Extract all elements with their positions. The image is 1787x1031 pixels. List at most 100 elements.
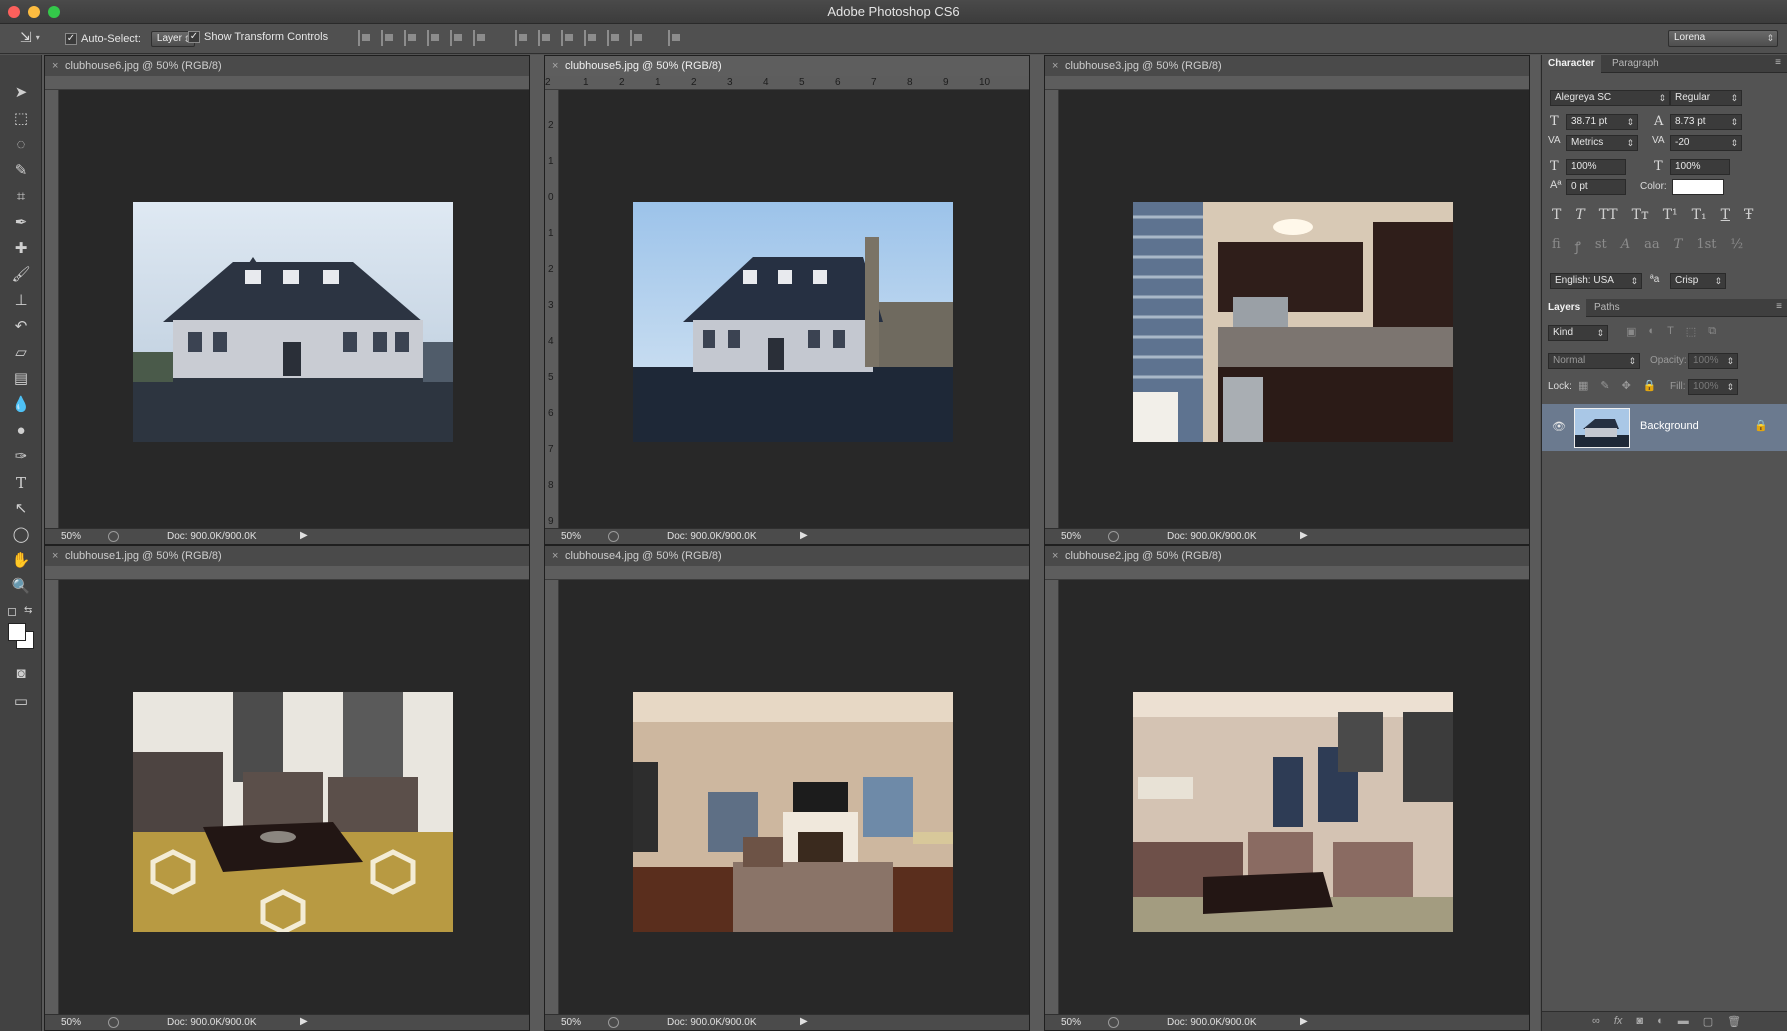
clone-stamp-tool-icon[interactable]: ⊥ <box>9 290 33 312</box>
align-top-icon[interactable] <box>358 30 372 46</box>
layer-row-background[interactable]: 👁 Background 🔒 <box>1542 404 1787 451</box>
language-select[interactable]: English: USA <box>1550 273 1642 289</box>
zoom-tool-icon[interactable]: 🔍 <box>9 576 33 598</box>
lock-all-icon[interactable]: 🔒 <box>1643 379 1657 392</box>
delete-layer-icon[interactable]: 🗑 <box>1727 1015 1741 1028</box>
eraser-tool-icon[interactable]: ▱ <box>9 342 33 364</box>
quick-mask-icon[interactable]: ◙ <box>9 663 33 685</box>
document-window[interactable]: × clubhouse1.jpg @ 50% (RGB/8) 50% Doc: … <box>44 545 530 1031</box>
hand-tool-icon[interactable]: ✋ <box>9 550 33 572</box>
close-tab-icon[interactable]: × <box>1052 56 1058 76</box>
close-tab-icon[interactable]: × <box>1052 546 1058 566</box>
auto-align-icon[interactable] <box>668 30 682 46</box>
font-size-input[interactable]: 38.71 pt <box>1566 114 1638 130</box>
tab-paragraph[interactable]: Paragraph <box>1606 55 1665 73</box>
distribute-hcenter-icon[interactable] <box>607 30 621 46</box>
pixel-filter-icon[interactable]: ▣ <box>1626 325 1636 338</box>
pen-tool-icon[interactable]: ✑ <box>9 446 33 468</box>
smart-object-filter-icon[interactable]: ⧉ <box>1708 325 1716 338</box>
subscript-button[interactable]: T₁ <box>1692 207 1707 223</box>
screen-mode-icon[interactable]: ▭ <box>9 691 33 713</box>
document-tab[interactable]: × clubhouse3.jpg @ 50% (RGB/8) <box>1045 56 1529 76</box>
tracking-select[interactable]: -20 <box>1670 135 1742 151</box>
shape-filter-icon[interactable]: ⬚ <box>1686 325 1696 338</box>
antialias-select[interactable]: Crisp <box>1670 273 1726 289</box>
fractions-button[interactable]: ½ <box>1731 237 1744 255</box>
status-info-icon[interactable] <box>1108 1017 1119 1028</box>
move-tool-preset-picker[interactable]: ⇲ ▾ <box>20 29 40 46</box>
canvas[interactable] <box>559 580 1029 1014</box>
document-tab-active[interactable]: × clubhouse5.jpg @ 50% (RGB/8) <box>545 56 1029 76</box>
close-tab-icon[interactable]: × <box>52 56 58 76</box>
status-info-icon[interactable] <box>608 1017 619 1028</box>
status-menu-arrow-icon[interactable]: ▶ <box>800 1016 808 1027</box>
marquee-tool-icon[interactable]: ⬚ <box>9 108 33 130</box>
adjustment-filter-icon[interactable]: ◐ <box>1648 325 1655 338</box>
document-tab[interactable]: × clubhouse1.jpg @ 50% (RGB/8) <box>45 546 529 566</box>
status-menu-arrow-icon[interactable]: ▶ <box>1300 1016 1308 1027</box>
auto-select-checkbox[interactable]: ✓ <box>65 33 77 45</box>
crop-tool-icon[interactable]: ⌗ <box>9 186 33 208</box>
zoom-level[interactable]: 50% <box>61 531 81 542</box>
document-tab[interactable]: × clubhouse2.jpg @ 50% (RGB/8) <box>1045 546 1529 566</box>
close-tab-icon[interactable]: × <box>552 546 558 566</box>
align-bottom-icon[interactable] <box>404 30 418 46</box>
lasso-tool-icon[interactable]: ◌ <box>9 134 33 156</box>
ligatures-button[interactable]: fi <box>1552 237 1561 255</box>
gradient-tool-icon[interactable]: ▤ <box>9 368 33 390</box>
document-window[interactable]: × clubhouse4.jpg @ 50% (RGB/8) 50% Doc: … <box>544 545 1030 1031</box>
canvas[interactable] <box>59 580 529 1014</box>
align-vcenter-icon[interactable] <box>381 30 395 46</box>
document-window[interactable]: × clubhouse3.jpg @ 50% (RGB/8) 50% Doc: … <box>1044 55 1530 545</box>
font-style-select[interactable]: Regular <box>1670 90 1742 106</box>
status-info-icon[interactable] <box>1108 531 1119 542</box>
path-selection-tool-icon[interactable]: ↖ <box>9 498 33 520</box>
layer-filter-kind-select[interactable]: Kind <box>1548 325 1608 341</box>
tab-layers[interactable]: Layers <box>1542 299 1587 317</box>
swash-button[interactable]: A <box>1621 237 1630 255</box>
status-menu-arrow-icon[interactable]: ▶ <box>300 530 308 541</box>
document-window[interactable]: × clubhouse2.jpg @ 50% (RGB/8) 50% Doc: … <box>1044 545 1530 1031</box>
lock-image-icon[interactable]: ✎ <box>1600 379 1609 392</box>
document-window[interactable]: × clubhouse5.jpg @ 50% (RGB/8) 2 1 2 1 2 … <box>544 55 1030 545</box>
move-tool-icon[interactable]: ➤ <box>9 82 33 104</box>
close-tab-icon[interactable]: × <box>552 56 558 76</box>
document-window[interactable]: × clubhouse6.jpg @ 50% (RGB/8) 50% Doc: … <box>44 55 530 545</box>
canvas[interactable] <box>1059 580 1529 1014</box>
eyedropper-tool-icon[interactable]: ✒ <box>9 212 33 234</box>
visibility-eye-icon[interactable]: 👁 <box>1552 420 1566 433</box>
distribute-vcenter-icon[interactable] <box>538 30 552 46</box>
panel-menu-icon[interactable]: ≡ <box>1775 57 1781 68</box>
default-colors-icon[interactable] <box>8 608 16 616</box>
layer-style-icon[interactable]: fx <box>1614 1015 1623 1028</box>
canvas[interactable] <box>59 90 529 528</box>
close-tab-icon[interactable]: × <box>52 546 58 566</box>
zoom-level[interactable]: 50% <box>561 1017 581 1028</box>
align-right-icon[interactable] <box>473 30 487 46</box>
type-tool-icon[interactable]: T <box>9 472 33 494</box>
blend-mode-select[interactable]: Normal <box>1548 353 1640 369</box>
horizontal-scale-input[interactable]: 100% <box>1670 159 1730 175</box>
all-caps-button[interactable]: TT <box>1599 207 1618 223</box>
distribute-right-icon[interactable] <box>630 30 644 46</box>
foreground-color-swatch[interactable] <box>8 623 26 641</box>
status-menu-arrow-icon[interactable]: ▶ <box>300 1016 308 1027</box>
small-caps-button[interactable]: Tт <box>1632 207 1649 223</box>
leading-input[interactable]: 8.73 pt <box>1670 114 1742 130</box>
new-group-icon[interactable]: ▬ <box>1678 1015 1689 1028</box>
tab-paths[interactable]: Paths <box>1588 299 1626 317</box>
swap-colors-icon[interactable]: ⇆ <box>24 605 32 616</box>
distribute-bottom-icon[interactable] <box>561 30 575 46</box>
discretionary-ligatures-button[interactable]: ꝭ <box>1575 237 1581 255</box>
workspace-switcher[interactable]: Lorena <box>1668 30 1778 47</box>
ornaments-button[interactable]: T <box>1674 237 1683 255</box>
text-color-swatch[interactable] <box>1672 179 1724 195</box>
faux-bold-button[interactable]: T <box>1552 207 1561 223</box>
status-menu-arrow-icon[interactable]: ▶ <box>1300 530 1308 541</box>
status-info-icon[interactable] <box>108 531 119 542</box>
link-layers-icon[interactable]: ∞ <box>1592 1015 1600 1028</box>
superscript-button[interactable]: T¹ <box>1663 207 1678 223</box>
distribute-top-icon[interactable] <box>515 30 529 46</box>
baseline-shift-input[interactable]: 0 pt <box>1566 179 1626 195</box>
vertical-scale-input[interactable]: 100% <box>1566 159 1626 175</box>
